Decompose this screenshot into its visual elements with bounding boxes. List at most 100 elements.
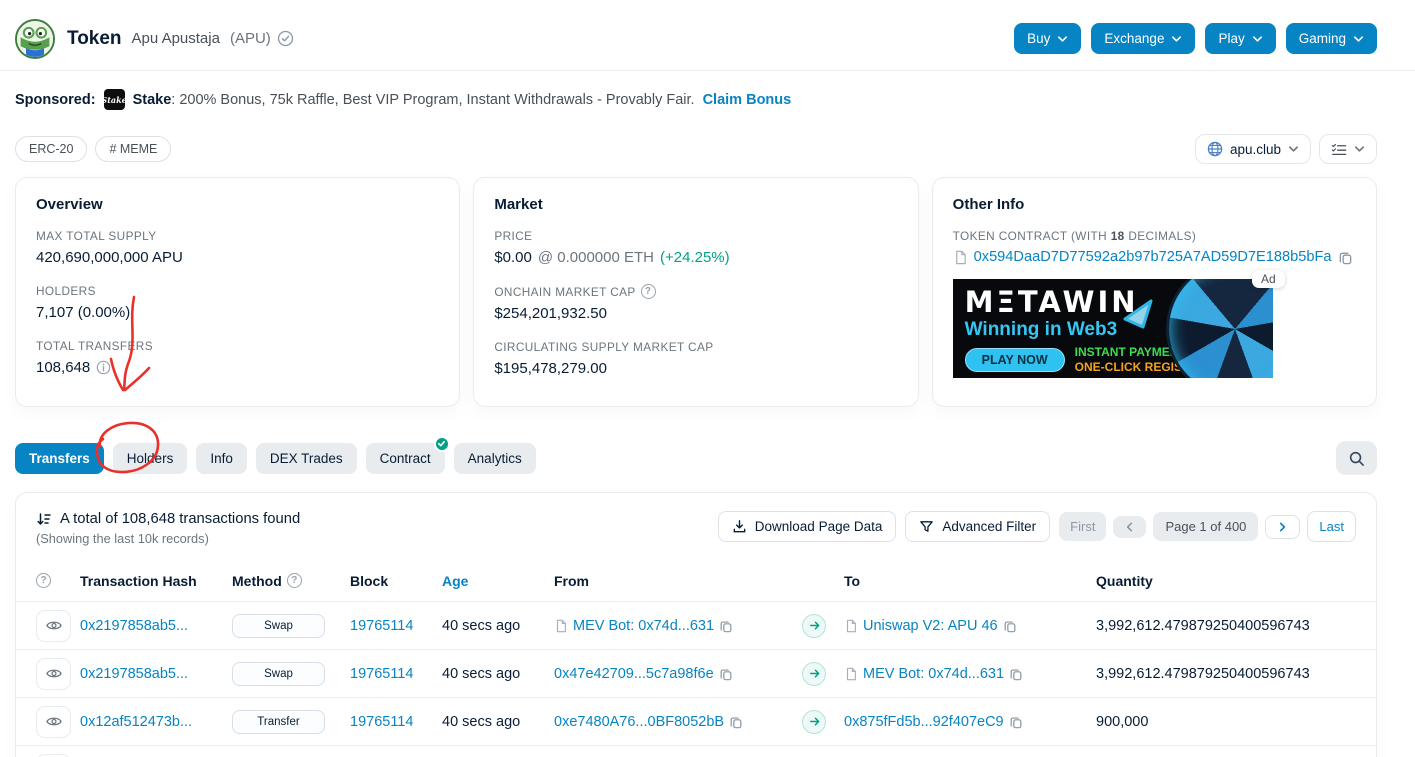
quantity-value: 900,000 <box>1096 713 1149 730</box>
tab-contract[interactable]: Contract <box>365 435 450 474</box>
block-link[interactable]: 19765114 <box>350 618 413 634</box>
tab-transfers[interactable]: Transfers <box>15 442 104 474</box>
overview-card: Overview MAX TOTAL SUPPLY 420,690,000,00… <box>15 177 461 407</box>
block-link[interactable]: 19765114 <box>350 714 413 730</box>
buy-button[interactable]: Buy <box>1014 23 1082 54</box>
transfers-panel: A total of 108,648 transactions found (S… <box>15 492 1377 757</box>
to-address-link[interactable]: MEV Bot: 0x74d...631 <box>863 666 1004 682</box>
tx-hash-link[interactable]: 0x12af512473b... <box>80 714 192 730</box>
col-block: Block <box>350 572 389 589</box>
table-row: 0x2197858ab5... Swap 19765114 40 secs ag… <box>16 650 1376 698</box>
to-address-link[interactable]: 0x875fFd5b...92f407eC9 <box>844 714 1004 730</box>
chevron-right-icon <box>1279 521 1287 532</box>
market-card: Market PRICE $0.00 @ 0.000000 ETH (+24.2… <box>473 177 919 407</box>
copy-contract-button[interactable] <box>1338 250 1353 265</box>
tab-holders[interactable]: Holders <box>112 442 188 474</box>
ad-label: Ad <box>1251 270 1285 288</box>
copy-to-button[interactable] <box>1009 715 1023 729</box>
prev-page-button[interactable] <box>1113 515 1147 538</box>
age-value: 40 secs ago <box>442 713 521 730</box>
other-info-card: Other Info TOKEN CONTRACT (WITH 18 DECIM… <box>931 177 1377 407</box>
download-page-data-button[interactable]: Download Page Data <box>717 511 897 542</box>
holders-label: HOLDERS <box>36 284 96 298</box>
table-row: 0xc747f9d5cab... 0x0000080b 19765114 40 … <box>16 746 1376 757</box>
globe-icon <box>1207 141 1223 157</box>
copy-from-button[interactable] <box>729 715 743 729</box>
contract-label: TOKEN CONTRACT (WITH 18 DECIMALS) <box>952 229 1197 243</box>
tab-info[interactable]: Info <box>196 442 247 474</box>
tab-analytics[interactable]: Analytics <box>453 442 536 474</box>
to-address-link[interactable]: Uniswap V2: APU 46 <box>863 618 998 634</box>
sponsor-message: : 200% Bonus, 75k Raffle, Best VIP Progr… <box>171 91 695 108</box>
price-eth: @ 0.000000 ETH <box>537 249 655 266</box>
table-row: 0x2197858ab5... Swap 19765114 40 secs ag… <box>16 602 1376 650</box>
first-page-button[interactable]: First <box>1059 512 1107 541</box>
display-options-dropdown[interactable] <box>1319 134 1377 164</box>
advanced-filter-button[interactable]: Advanced Filter <box>905 511 1051 542</box>
filter-icon <box>919 519 934 534</box>
transactions-summary: A total of 108,648 transactions found <box>60 511 301 527</box>
chevron-down-icon <box>1353 35 1364 43</box>
from-address-link[interactable]: 0x47e42709...5c7a98f6e <box>554 666 714 682</box>
preview-eye-button[interactable] <box>36 705 71 738</box>
page-header: Token Apu Apustaja (APU) Buy Exchange Pl… <box>0 0 1415 62</box>
from-address-link[interactable]: MEV Bot: 0x74d...631 <box>573 618 714 634</box>
info-icon <box>96 360 111 375</box>
total-transfers-label: TOTAL TRANSFERS <box>36 339 153 353</box>
copy-to-button[interactable] <box>1003 619 1017 633</box>
tx-hash-link[interactable]: 0x2197858ab5... <box>80 666 188 682</box>
holders-value: 7,107 (0.00%) <box>36 304 131 321</box>
copy-from-button[interactable] <box>719 667 733 681</box>
chevron-down-icon <box>1288 145 1299 153</box>
token-symbol: (APU) <box>229 30 271 47</box>
tabs-row: Transfers Holders Info DEX Trades Contra… <box>15 435 1377 475</box>
price-usd: $0.00 <box>494 249 532 266</box>
chevron-down-icon <box>1171 35 1182 43</box>
price-label: PRICE <box>494 229 533 243</box>
contract-address-link[interactable]: 0x594DaaD7D77592a2b97b725A7AD59D7E188b5b… <box>974 249 1332 265</box>
from-address-link[interactable]: 0xe7480A76...0BF8052bB <box>554 714 724 730</box>
tx-hash-link[interactable]: 0x2197858ab5... <box>80 618 188 634</box>
tab-dex-trades[interactable]: DEX Trades <box>255 442 357 474</box>
copy-icon <box>1338 250 1353 265</box>
preview-eye-button[interactable] <box>36 609 71 642</box>
site-dropdown[interactable]: apu.club <box>1194 134 1311 164</box>
page-title: Token <box>67 27 122 49</box>
col-transaction-hash: Transaction Hash <box>80 572 197 589</box>
ad-wheel-graphic <box>1168 279 1273 378</box>
copy-to-button[interactable] <box>1009 667 1023 681</box>
stake-logo: Stake <box>101 89 127 110</box>
pagination: First Page 1 of 400 Last <box>1059 511 1356 542</box>
last-page-button[interactable]: Last <box>1307 511 1356 542</box>
sponsored-banner: Sponsored: Stake Stake: 200% Bonus, 75k … <box>0 71 1415 110</box>
copy-icon <box>719 667 733 681</box>
copy-icon <box>1009 667 1023 681</box>
gaming-button[interactable]: Gaming <box>1285 23 1377 54</box>
meme-badge[interactable]: # MEME <box>95 136 172 162</box>
search-button[interactable] <box>1336 441 1377 475</box>
sponsor-brand: Stake <box>132 91 172 108</box>
claim-bonus-link[interactable]: Claim Bonus <box>703 92 792 108</box>
exchange-button[interactable]: Exchange <box>1091 23 1196 54</box>
overview-title: Overview <box>36 196 103 213</box>
ad-banner[interactable]: MΞTAWIN Winning in Web3 PLAY NOW INSTANT… <box>952 270 1285 378</box>
col-age-toggle[interactable]: Age <box>442 573 468 589</box>
erc20-badge[interactable]: ERC-20 <box>15 136 88 162</box>
preview-eye-button[interactable] <box>36 657 71 690</box>
token-name: Apu Apustaja <box>131 30 220 47</box>
copy-from-button[interactable] <box>719 619 733 633</box>
col-method: Method <box>232 572 282 589</box>
market-title: Market <box>494 196 543 213</box>
document-icon <box>953 250 968 265</box>
eye-icon <box>46 620 62 631</box>
ad-play-now-button[interactable]: PLAY NOW <box>964 348 1065 372</box>
age-value: 40 secs ago <box>442 617 521 634</box>
play-button[interactable]: Play <box>1205 23 1276 54</box>
list-options-icon <box>1331 143 1347 156</box>
question-icon: ? <box>640 284 656 299</box>
block-link[interactable]: 19765114 <box>350 666 413 682</box>
method-badge: Swap <box>232 661 325 686</box>
next-page-button[interactable] <box>1265 514 1301 539</box>
method-badge: Transfer <box>232 709 325 734</box>
table-row: 0x12af512473b... Transfer 19765114 40 se… <box>16 698 1376 746</box>
